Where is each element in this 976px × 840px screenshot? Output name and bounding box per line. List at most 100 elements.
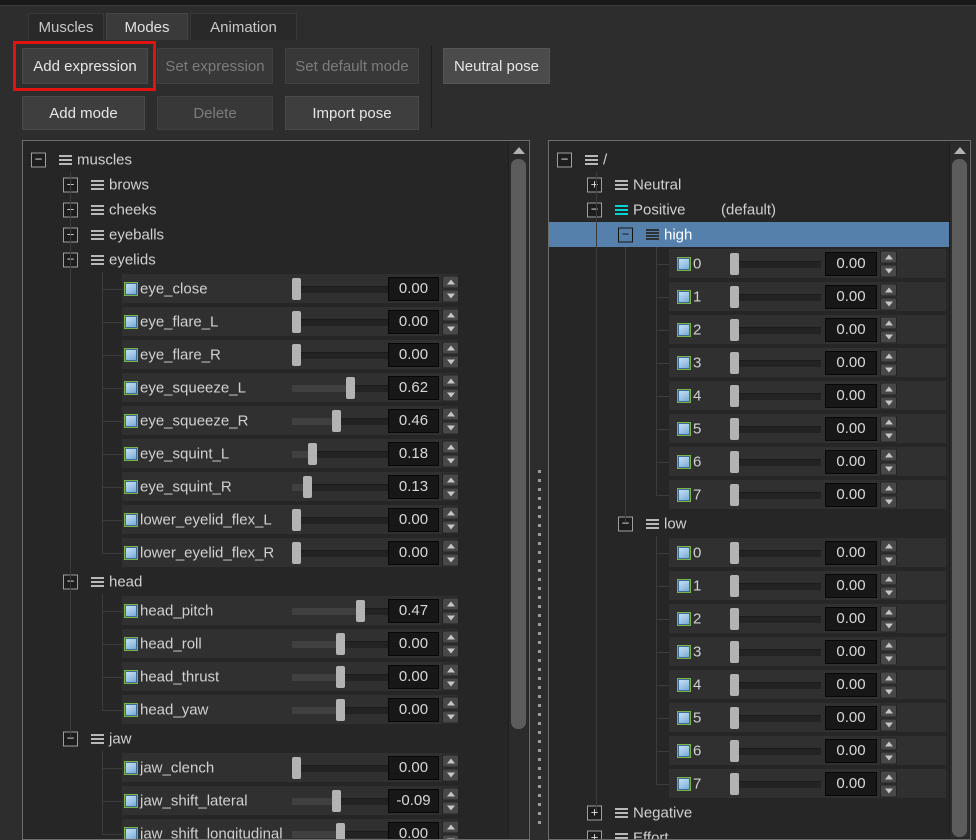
spin-up-button[interactable] [880,316,897,329]
spin-down-button[interactable] [442,644,459,657]
value-slider[interactable] [292,344,388,366]
tree-row-eye-squint-r[interactable]: eye_squint_R0.13 [23,470,508,503]
spin-down-button[interactable] [442,611,459,624]
spin-down-button[interactable] [442,768,459,781]
slider-handle[interactable] [292,344,301,366]
spin-up-button[interactable] [442,308,459,321]
value-slider[interactable] [292,600,388,622]
spin-value-field[interactable]: 0.00 [825,739,877,763]
spin-up-button[interactable] [442,754,459,767]
collapse-toggle-icon[interactable]: − [31,152,46,167]
spin-up-button[interactable] [442,440,459,453]
value-slider[interactable] [730,674,821,696]
spin-down-button[interactable] [442,834,459,840]
slider-handle[interactable] [332,410,341,432]
muscle-checkbox[interactable] [124,761,138,775]
spin-value-field[interactable]: 0.00 [825,706,877,730]
scroll-up-button[interactable] [950,142,969,158]
spin-up-button[interactable] [880,572,897,585]
spin-down-button[interactable] [880,363,897,376]
slider-handle[interactable] [336,666,345,688]
spin-up-button[interactable] [442,407,459,420]
spin-down-button[interactable] [442,388,459,401]
collapse-toggle-icon[interactable]: − [618,227,633,242]
tab-muscles[interactable]: Muscles [28,13,104,40]
tree-row-4[interactable]: 40.00 [549,379,949,412]
spin-value-field[interactable]: 0.00 [388,310,439,334]
muscle-checkbox[interactable] [124,827,138,840]
spin-value-field[interactable]: 0.00 [825,351,877,375]
tab-animation[interactable]: Animation [190,13,297,40]
tree-row-7[interactable]: 70.00 [549,767,949,800]
spin-down-button[interactable] [880,718,897,731]
slider-handle[interactable] [730,418,739,440]
spin-down-button[interactable] [442,710,459,723]
spin-value-field[interactable]: 0.00 [388,541,439,565]
spin-value-field[interactable]: 0.00 [388,756,439,780]
add-expression-button[interactable]: Add expression [22,48,148,84]
spin-up-button[interactable] [880,448,897,461]
muscle-checkbox[interactable] [677,290,691,304]
spin-value-field[interactable]: 0.46 [388,409,439,433]
slider-handle[interactable] [303,476,312,498]
muscle-checkbox[interactable] [124,670,138,684]
spin-down-button[interactable] [442,801,459,814]
slider-handle[interactable] [730,740,739,762]
spin-up-button[interactable] [442,696,459,709]
spin-value-field[interactable]: 0.00 [825,607,877,631]
spin-value-field[interactable]: 0.00 [825,417,877,441]
value-slider[interactable] [730,575,821,597]
spin-up-button[interactable] [880,539,897,552]
slider-handle[interactable] [292,757,301,779]
muscle-checkbox[interactable] [677,455,691,469]
slider-handle[interactable] [730,575,739,597]
spin-down-button[interactable] [442,487,459,500]
tree-row-3[interactable]: 30.00 [549,346,949,379]
spin-value-field[interactable]: 0.00 [825,318,877,342]
tree-row-jaw-clench[interactable]: jaw_clench0.00 [23,751,508,784]
tree-row-head-thrust[interactable]: head_thrust0.00 [23,660,508,693]
tree-row-1[interactable]: 10.00 [549,569,949,602]
spin-value-field[interactable]: 0.00 [825,772,877,796]
value-slider[interactable] [730,484,821,506]
slider-handle[interactable] [336,633,345,655]
spin-down-button[interactable] [880,297,897,310]
muscle-checkbox[interactable] [677,422,691,436]
value-slider[interactable] [730,542,821,564]
spin-up-button[interactable] [442,506,459,519]
slider-handle[interactable] [730,385,739,407]
muscle-checkbox[interactable] [677,744,691,758]
muscle-checkbox[interactable] [677,777,691,791]
spin-down-button[interactable] [880,264,897,277]
spin-up-button[interactable] [880,671,897,684]
spin-up-button[interactable] [880,382,897,395]
spin-up-button[interactable] [880,481,897,494]
tree-row-high[interactable]: −high [549,222,949,247]
value-slider[interactable] [730,253,821,275]
slider-handle[interactable] [308,443,317,465]
spin-value-field[interactable]: 0.00 [388,508,439,532]
tree-row-muscles[interactable]: −muscles [23,147,508,172]
slider-handle[interactable] [730,286,739,308]
slider-handle[interactable] [292,509,301,531]
expand-toggle-icon[interactable]: + [587,177,602,192]
tree-row-head-roll[interactable]: head_roll0.00 [23,627,508,660]
tree-row-eyeballs[interactable]: +eyeballs [23,222,508,247]
value-slider[interactable] [730,740,821,762]
tree-row-jaw-shift-longitudinal[interactable]: jaw_shift_longitudinal0.00 [23,817,508,840]
tree-row-4[interactable]: 40.00 [549,668,949,701]
spin-value-field[interactable]: 0.13 [388,475,439,499]
value-slider[interactable] [730,773,821,795]
tree-row-5[interactable]: 50.00 [549,412,949,445]
muscle-checkbox[interactable] [677,323,691,337]
slider-handle[interactable] [730,542,739,564]
slider-handle[interactable] [730,319,739,341]
slider-handle[interactable] [730,253,739,275]
tree-row-eye-squeeze-l[interactable]: eye_squeeze_L0.62 [23,371,508,404]
spin-up-button[interactable] [880,415,897,428]
slider-handle[interactable] [730,451,739,473]
tree-row-cheeks[interactable]: +cheeks [23,197,508,222]
tree-row-eyelids[interactable]: −eyelids [23,247,508,272]
spin-down-button[interactable] [880,396,897,409]
slider-handle[interactable] [292,278,301,300]
